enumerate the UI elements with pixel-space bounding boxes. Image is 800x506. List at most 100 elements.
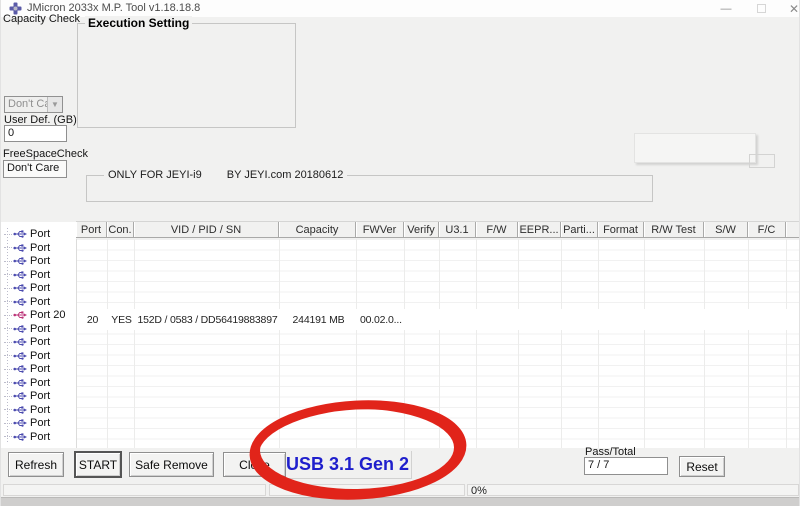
reset-button[interactable]: Reset [679,456,725,477]
port-tree-item[interactable]: Port [1,335,50,349]
capacity-check-dropdown-value: Don't Care [5,97,47,112]
usb-icon [13,243,27,253]
port-tree-item-label: Port [30,296,50,308]
grid-line [748,239,749,448]
usb-icon [13,256,27,266]
port-tree-item[interactable]: Port [1,281,50,295]
port-tree-item-label: Port [30,269,50,281]
safe-remove-button[interactable]: Safe Remove [129,452,214,477]
chevron-down-icon: ▼ [47,97,62,112]
column-header-format[interactable]: Format [598,222,644,237]
port-tree-item-label: Port 20 [30,309,65,321]
column-header-capacity[interactable]: Capacity [279,222,356,237]
title-bar: JMicron 2033x M.P. Tool v1.18.18.8 — ✕ [1,0,800,17]
column-header-verify[interactable]: Verify [404,222,439,237]
close-button[interactable]: Close [223,452,286,477]
maximize-button[interactable] [751,0,771,17]
grid-line [786,239,787,448]
usb-icon [13,391,27,401]
column-header-parti[interactable]: Parti... [561,222,598,237]
port-tree-item[interactable]: Port 20 [1,308,65,322]
port-tree-item-label: Port [30,228,50,240]
close-window-button[interactable]: ✕ [784,0,800,17]
usb-icon [13,337,27,347]
port-tree-item[interactable]: Port [1,389,50,403]
port-tree-item[interactable]: Port [1,254,50,268]
port-tree-item[interactable]: Port [1,322,50,336]
port-tree-item-label: Port [30,404,50,416]
minimize-button[interactable]: — [713,0,739,17]
port-tree-item[interactable]: Port [1,349,50,363]
usb-icon [13,432,27,442]
column-header-eepr[interactable]: EEPR... [518,222,561,237]
column-header-s-w[interactable]: S/W [704,222,748,237]
column-header-filler[interactable] [786,222,800,237]
grid-line [476,239,477,448]
device-table-body: 20YES152D / 0583 / DD56419883897244191 M… [76,239,800,448]
port-tree-item[interactable]: Port [1,430,50,444]
grid-line [134,239,135,448]
pass-total-field[interactable]: 7 / 7 [584,457,668,475]
progress-panel: 0% [467,484,799,496]
device-table-row[interactable]: 20YES152D / 0583 / DD56419883897244191 M… [77,309,800,330]
usb-mode-panel: USB 3.1 Gen 2 [284,451,412,479]
usb-icon [13,364,27,374]
port-tree-item-label: Port [30,336,50,348]
row-cell-con: YES [108,309,135,330]
start-button[interactable]: START [74,451,122,478]
port-tree-item-label: Port [30,377,50,389]
execution-setting-title: Execution Setting [85,16,192,30]
port-tree-item-label: Port [30,363,50,375]
status-bar: 0% [1,483,800,497]
usb-icon [13,229,27,239]
port-tree-item[interactable]: Port [1,241,50,255]
port-tree-item[interactable]: Port [1,416,50,430]
usb-icon [13,270,27,280]
tree-branch-line [4,423,12,424]
tree-branch-line [4,234,12,235]
capacity-check-dropdown[interactable]: Don't Care ▼ [4,96,63,113]
column-header-r-w-test[interactable]: R/W Test [644,222,704,237]
column-header-con[interactable]: Con. [107,222,134,237]
port-tree: PortPortPortPortPortPortPort 20PortPortP… [1,222,76,448]
column-header-f-w[interactable]: F/W [476,222,518,237]
port-tree-item[interactable]: Port [1,403,50,417]
port-tree-item[interactable]: Port [1,295,50,309]
column-header-f-c[interactable]: F/C [748,222,786,237]
tree-branch-line [4,355,12,356]
jeyi-caption-right: BY JEYI.com 20180612 [227,169,344,181]
row-cell-port: 20 [77,309,108,330]
usb-icon [13,324,27,334]
tree-branch-line [4,382,12,383]
row-cell-capacity: 244191 MB [280,309,357,330]
blank-button[interactable] [634,133,756,163]
user-def-input[interactable]: 0 [4,125,67,142]
column-header-port[interactable]: Port [76,222,107,237]
port-tree-item[interactable]: Port [1,362,50,376]
tree-branch-line [4,409,12,410]
column-header-u3-1[interactable]: U3.1 [439,222,476,237]
usb-icon [13,405,27,415]
port-tree-item-label: Port [30,282,50,294]
maximize-icon [757,4,766,13]
grid-line [439,239,440,448]
refresh-button[interactable]: Refresh [8,452,64,477]
port-tree-item-label: Port [30,431,50,443]
grid-line [404,239,405,448]
port-tree-item-label: Port [30,323,50,335]
status-panel-2 [269,484,465,496]
tree-branch-line [4,247,12,248]
jeyi-groupbox: ONLY FOR JEYI-i9 BY JEYI.com 20180612 [86,175,653,202]
small-empty-box [749,154,775,168]
tree-branch-line [4,396,12,397]
freespacecheck-field[interactable]: Don't Care [3,160,67,178]
column-header-fwver[interactable]: FWVer [356,222,404,237]
grid-line [598,239,599,448]
port-tree-item[interactable]: Port [1,376,50,390]
port-tree-item[interactable]: Port [1,227,50,241]
tree-branch-line [4,436,12,437]
tree-branch-line [4,315,12,316]
usb-icon [13,351,27,361]
column-header-vid-pid-sn[interactable]: VID / PID / SN [134,222,279,237]
port-tree-item[interactable]: Port [1,268,50,282]
